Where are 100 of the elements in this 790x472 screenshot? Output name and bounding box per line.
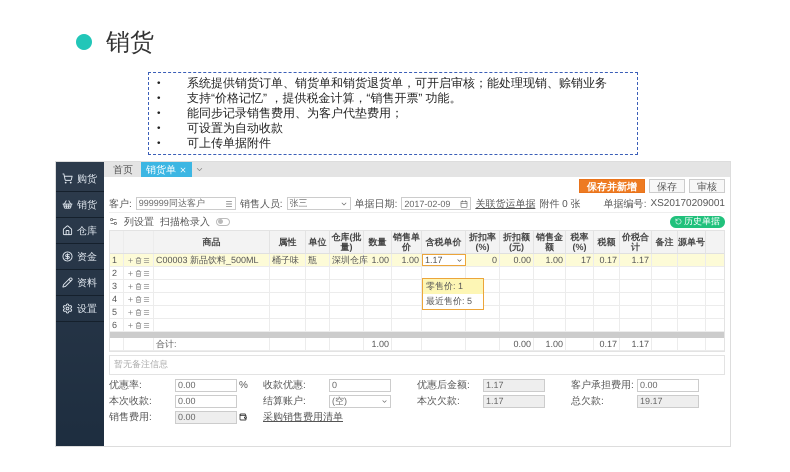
trash-icon[interactable]: [135, 282, 142, 290]
tab[interactable]: 首页: [108, 162, 138, 177]
field-label: 客户:: [109, 198, 132, 210]
column-header: 折扣率(%): [466, 231, 500, 253]
input-field[interactable]: 0.00: [175, 394, 237, 408]
bullet-mark: •: [157, 77, 162, 91]
action-button[interactable]: 审核: [689, 179, 725, 193]
add-icon[interactable]: [127, 296, 134, 302]
select-field[interactable]: (空): [329, 394, 391, 408]
toggle-label: 扫描枪录入: [160, 216, 210, 228]
row-number: 6: [110, 319, 124, 331]
trash-icon[interactable]: [135, 296, 142, 302]
wallet-icon[interactable]: [239, 413, 247, 421]
column-header: 商品: [154, 231, 270, 253]
field-label: 本次收款:: [109, 394, 153, 408]
bullet-text: 支持“价格记忆” ，提供税金计算，“销售开票” 功能。: [187, 91, 462, 106]
field-label: 优惠后金额:: [417, 378, 471, 392]
total-cell: 1.17: [620, 338, 652, 350]
input-field[interactable]: 0: [329, 378, 391, 392]
input-field[interactable]: 999999同达客户: [136, 197, 236, 210]
bullet-mark: •: [157, 107, 162, 121]
column-settings-link[interactable]: 列设置: [124, 214, 154, 228]
column-header: 税额: [594, 231, 620, 253]
table-row[interactable]: 6: [110, 319, 724, 332]
caret-icon[interactable]: [195, 165, 204, 174]
input-field[interactable]: 1.17: [483, 378, 545, 392]
table-row[interactable]: 5: [110, 306, 724, 319]
menu-icon[interactable]: [143, 296, 150, 302]
dollar-icon: [62, 251, 73, 262]
row-number: 3: [110, 280, 124, 292]
total-label: 合计:: [154, 338, 270, 350]
column-header: 销售单价: [392, 231, 422, 253]
toggle-switch[interactable]: [216, 218, 230, 226]
add-icon[interactable]: [127, 322, 134, 328]
link[interactable]: 采购销售费用清单: [263, 410, 413, 424]
table-cell: 桶子味: [270, 254, 306, 266]
date-field[interactable]: 2017-02-09: [401, 197, 472, 210]
row-number: 5: [110, 306, 124, 318]
link[interactable]: 关联货运单据: [475, 196, 536, 210]
cart-icon: [62, 173, 73, 184]
sidebar-item[interactable]: 资金: [56, 244, 104, 270]
action-button[interactable]: 保存: [649, 179, 685, 193]
column-header: 折扣额(元): [500, 231, 534, 253]
row-number: 4: [110, 293, 124, 305]
scrollbar[interactable]: [110, 332, 724, 338]
column-header: 单位: [306, 231, 330, 253]
calendar-icon: [460, 200, 468, 208]
column-header: 价税合计: [620, 231, 652, 253]
add-icon[interactable]: [127, 308, 134, 316]
menu-icon[interactable]: [143, 270, 150, 276]
add-icon[interactable]: [127, 270, 134, 276]
trash-icon[interactable]: [135, 308, 142, 316]
settings-icon: [62, 303, 73, 314]
menu-icon[interactable]: [143, 256, 150, 264]
input-field[interactable]: 0.00: [175, 410, 237, 424]
caret-icon: [456, 256, 463, 264]
field-label: 销售人员:: [240, 198, 283, 210]
column-header: 销售金额: [534, 231, 566, 253]
table-cell: 瓶: [306, 254, 330, 266]
trash-icon[interactable]: [135, 322, 142, 328]
house-icon: [62, 225, 73, 236]
input-field[interactable]: 0.00: [637, 378, 699, 392]
input-field[interactable]: 0.00: [175, 378, 237, 392]
field-label: 销售费用:: [109, 410, 153, 424]
table-cell: 17: [566, 254, 594, 266]
select-field[interactable]: 张三: [286, 197, 351, 210]
column-header: 属性: [270, 231, 306, 253]
history-icon: [675, 218, 682, 225]
field-label: 收款优惠:: [263, 378, 307, 392]
total-cell: 1.00: [364, 338, 392, 350]
close-icon[interactable]: [179, 166, 187, 174]
column-header: 仓库(批量): [330, 231, 364, 253]
price-select[interactable]: 1.17: [422, 254, 466, 266]
table-row[interactable]: 2: [110, 267, 724, 280]
input-field[interactable]: 19.17: [637, 394, 699, 408]
caret-icon: [381, 398, 388, 404]
add-icon[interactable]: [127, 282, 134, 290]
bullet-mark: •: [157, 122, 162, 136]
trash-icon[interactable]: [135, 256, 142, 264]
trash-icon[interactable]: [135, 270, 142, 276]
column-header: 备注: [652, 231, 678, 253]
column-header: 源单号: [678, 231, 706, 253]
menu-icon[interactable]: [143, 282, 150, 290]
sidebar-item[interactable]: 设置: [56, 296, 104, 322]
bullet-text: 可设置为自动收款: [187, 121, 283, 136]
sidebar-item[interactable]: 仓库: [56, 218, 104, 244]
bullet-mark: •: [157, 92, 162, 106]
row-number: 1: [110, 254, 124, 266]
add-icon[interactable]: [127, 256, 134, 264]
sidebar-item[interactable]: 资料: [56, 270, 104, 296]
settings-icon[interactable]: [109, 217, 118, 226]
dropdown-option[interactable]: 零售价: 1: [423, 279, 483, 294]
menu-icon[interactable]: [143, 308, 150, 316]
field-label: 单据编号:: [604, 198, 646, 210]
table-cell: 0.00: [500, 254, 534, 266]
menu-icon[interactable]: [143, 322, 150, 328]
table-cell: 0.17: [594, 254, 620, 266]
sidebar-item[interactable]: 销货: [56, 192, 104, 218]
field-label: 结算账户:: [263, 394, 307, 408]
input-field[interactable]: 1.17: [483, 394, 545, 408]
